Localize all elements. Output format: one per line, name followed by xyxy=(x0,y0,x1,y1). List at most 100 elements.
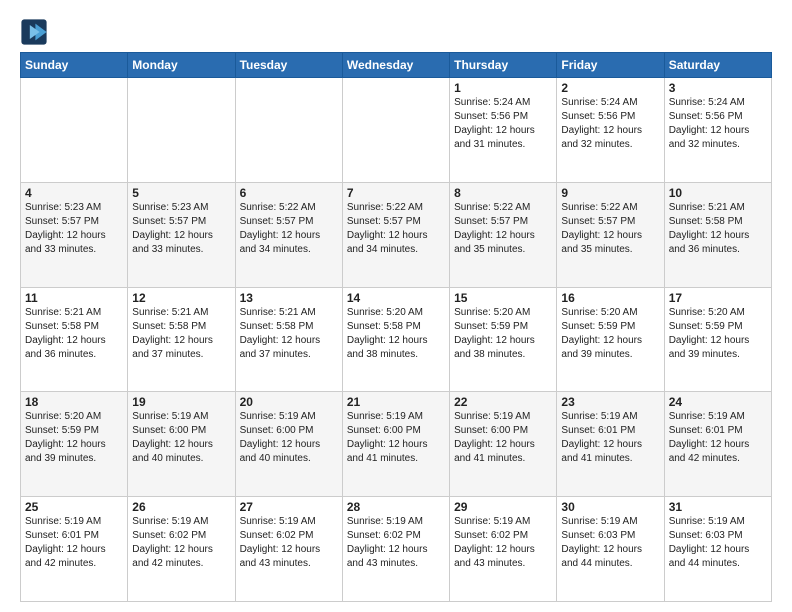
cell-info: and 32 minutes. xyxy=(561,138,659,152)
cell-info: Daylight: 12 hours xyxy=(347,229,445,243)
cell-info: and 33 minutes. xyxy=(132,243,230,257)
cell-info: Daylight: 12 hours xyxy=(561,229,659,243)
cell-info: Sunset: 5:56 PM xyxy=(454,110,552,124)
cell-info: Sunset: 6:03 PM xyxy=(561,529,659,543)
day-number: 1 xyxy=(454,81,552,95)
cell-info: Sunset: 5:56 PM xyxy=(669,110,767,124)
cell-info: Sunrise: 5:19 AM xyxy=(454,515,552,529)
calendar-cell: 9Sunrise: 5:22 AMSunset: 5:57 PMDaylight… xyxy=(557,182,664,287)
day-number: 12 xyxy=(132,291,230,305)
cell-info: Sunrise: 5:19 AM xyxy=(240,410,338,424)
calendar-cell: 18Sunrise: 5:20 AMSunset: 5:59 PMDayligh… xyxy=(21,392,128,497)
calendar-cell: 12Sunrise: 5:21 AMSunset: 5:58 PMDayligh… xyxy=(128,287,235,392)
cell-info: Daylight: 12 hours xyxy=(132,543,230,557)
cell-info: Sunrise: 5:20 AM xyxy=(561,306,659,320)
calendar-cell: 29Sunrise: 5:19 AMSunset: 6:02 PMDayligh… xyxy=(450,497,557,602)
day-number: 17 xyxy=(669,291,767,305)
calendar-week-1: 1Sunrise: 5:24 AMSunset: 5:56 PMDaylight… xyxy=(21,78,772,183)
cell-info: Sunrise: 5:24 AM xyxy=(454,96,552,110)
day-number: 7 xyxy=(347,186,445,200)
cell-info: and 31 minutes. xyxy=(454,138,552,152)
cell-info: and 36 minutes. xyxy=(669,243,767,257)
calendar-cell: 27Sunrise: 5:19 AMSunset: 6:02 PMDayligh… xyxy=(235,497,342,602)
calendar-cell: 24Sunrise: 5:19 AMSunset: 6:01 PMDayligh… xyxy=(664,392,771,497)
cell-info: Sunset: 5:58 PM xyxy=(669,215,767,229)
weekday-header-row: SundayMondayTuesdayWednesdayThursdayFrid… xyxy=(21,53,772,78)
cell-info: Daylight: 12 hours xyxy=(561,334,659,348)
cell-info: Daylight: 12 hours xyxy=(25,229,123,243)
day-number: 29 xyxy=(454,500,552,514)
day-number: 6 xyxy=(240,186,338,200)
cell-info: Daylight: 12 hours xyxy=(25,438,123,452)
calendar-cell: 21Sunrise: 5:19 AMSunset: 6:00 PMDayligh… xyxy=(342,392,449,497)
calendar-cell xyxy=(21,78,128,183)
cell-info: Daylight: 12 hours xyxy=(669,334,767,348)
cell-info: and 42 minutes. xyxy=(669,452,767,466)
cell-info: Sunset: 6:02 PM xyxy=(240,529,338,543)
cell-info: Sunrise: 5:19 AM xyxy=(561,515,659,529)
cell-info: Sunrise: 5:23 AM xyxy=(25,201,123,215)
cell-info: Sunset: 6:03 PM xyxy=(669,529,767,543)
calendar-cell: 6Sunrise: 5:22 AMSunset: 5:57 PMDaylight… xyxy=(235,182,342,287)
cell-info: and 40 minutes. xyxy=(132,452,230,466)
calendar-cell: 25Sunrise: 5:19 AMSunset: 6:01 PMDayligh… xyxy=(21,497,128,602)
calendar-cell: 23Sunrise: 5:19 AMSunset: 6:01 PMDayligh… xyxy=(557,392,664,497)
day-number: 5 xyxy=(132,186,230,200)
cell-info: Sunrise: 5:21 AM xyxy=(132,306,230,320)
cell-info: and 39 minutes. xyxy=(561,348,659,362)
cell-info: Sunset: 5:57 PM xyxy=(561,215,659,229)
cell-info: and 43 minutes. xyxy=(240,557,338,571)
cell-info: Sunset: 6:01 PM xyxy=(561,424,659,438)
cell-info: Sunset: 5:57 PM xyxy=(454,215,552,229)
cell-info: Sunrise: 5:23 AM xyxy=(132,201,230,215)
calendar-week-5: 25Sunrise: 5:19 AMSunset: 6:01 PMDayligh… xyxy=(21,497,772,602)
cell-info: Sunrise: 5:19 AM xyxy=(132,410,230,424)
cell-info: and 34 minutes. xyxy=(240,243,338,257)
day-number: 18 xyxy=(25,395,123,409)
page: SundayMondayTuesdayWednesdayThursdayFrid… xyxy=(0,0,792,612)
day-number: 25 xyxy=(25,500,123,514)
cell-info: Sunrise: 5:20 AM xyxy=(669,306,767,320)
cell-info: and 42 minutes. xyxy=(25,557,123,571)
cell-info: and 32 minutes. xyxy=(669,138,767,152)
cell-info: and 44 minutes. xyxy=(561,557,659,571)
cell-info: Sunrise: 5:19 AM xyxy=(669,515,767,529)
cell-info: Sunrise: 5:19 AM xyxy=(347,410,445,424)
day-number: 31 xyxy=(669,500,767,514)
cell-info: Daylight: 12 hours xyxy=(561,543,659,557)
cell-info: Daylight: 12 hours xyxy=(132,334,230,348)
cell-info: Sunrise: 5:19 AM xyxy=(561,410,659,424)
weekday-wednesday: Wednesday xyxy=(342,53,449,78)
cell-info: Sunrise: 5:19 AM xyxy=(347,515,445,529)
calendar-cell: 1Sunrise: 5:24 AMSunset: 5:56 PMDaylight… xyxy=(450,78,557,183)
cell-info: Sunrise: 5:21 AM xyxy=(669,201,767,215)
weekday-tuesday: Tuesday xyxy=(235,53,342,78)
cell-info: Daylight: 12 hours xyxy=(454,124,552,138)
cell-info: Daylight: 12 hours xyxy=(347,438,445,452)
calendar-cell: 30Sunrise: 5:19 AMSunset: 6:03 PMDayligh… xyxy=(557,497,664,602)
cell-info: Sunrise: 5:22 AM xyxy=(240,201,338,215)
calendar-cell: 16Sunrise: 5:20 AMSunset: 5:59 PMDayligh… xyxy=(557,287,664,392)
calendar-cell: 28Sunrise: 5:19 AMSunset: 6:02 PMDayligh… xyxy=(342,497,449,602)
cell-info: and 41 minutes. xyxy=(454,452,552,466)
cell-info: and 37 minutes. xyxy=(132,348,230,362)
cell-info: Daylight: 12 hours xyxy=(25,334,123,348)
day-number: 14 xyxy=(347,291,445,305)
cell-info: Daylight: 12 hours xyxy=(561,438,659,452)
cell-info: and 33 minutes. xyxy=(25,243,123,257)
cell-info: and 35 minutes. xyxy=(454,243,552,257)
cell-info: Sunrise: 5:21 AM xyxy=(240,306,338,320)
cell-info: and 39 minutes. xyxy=(669,348,767,362)
calendar-cell: 26Sunrise: 5:19 AMSunset: 6:02 PMDayligh… xyxy=(128,497,235,602)
day-number: 8 xyxy=(454,186,552,200)
calendar-cell: 7Sunrise: 5:22 AMSunset: 5:57 PMDaylight… xyxy=(342,182,449,287)
cell-info: Daylight: 12 hours xyxy=(240,334,338,348)
cell-info: Sunrise: 5:22 AM xyxy=(454,201,552,215)
calendar-cell: 2Sunrise: 5:24 AMSunset: 5:56 PMDaylight… xyxy=(557,78,664,183)
cell-info: and 38 minutes. xyxy=(454,348,552,362)
day-number: 19 xyxy=(132,395,230,409)
cell-info: Sunset: 6:00 PM xyxy=(347,424,445,438)
calendar-cell: 13Sunrise: 5:21 AMSunset: 5:58 PMDayligh… xyxy=(235,287,342,392)
cell-info: Sunset: 5:57 PM xyxy=(347,215,445,229)
cell-info: Daylight: 12 hours xyxy=(132,229,230,243)
